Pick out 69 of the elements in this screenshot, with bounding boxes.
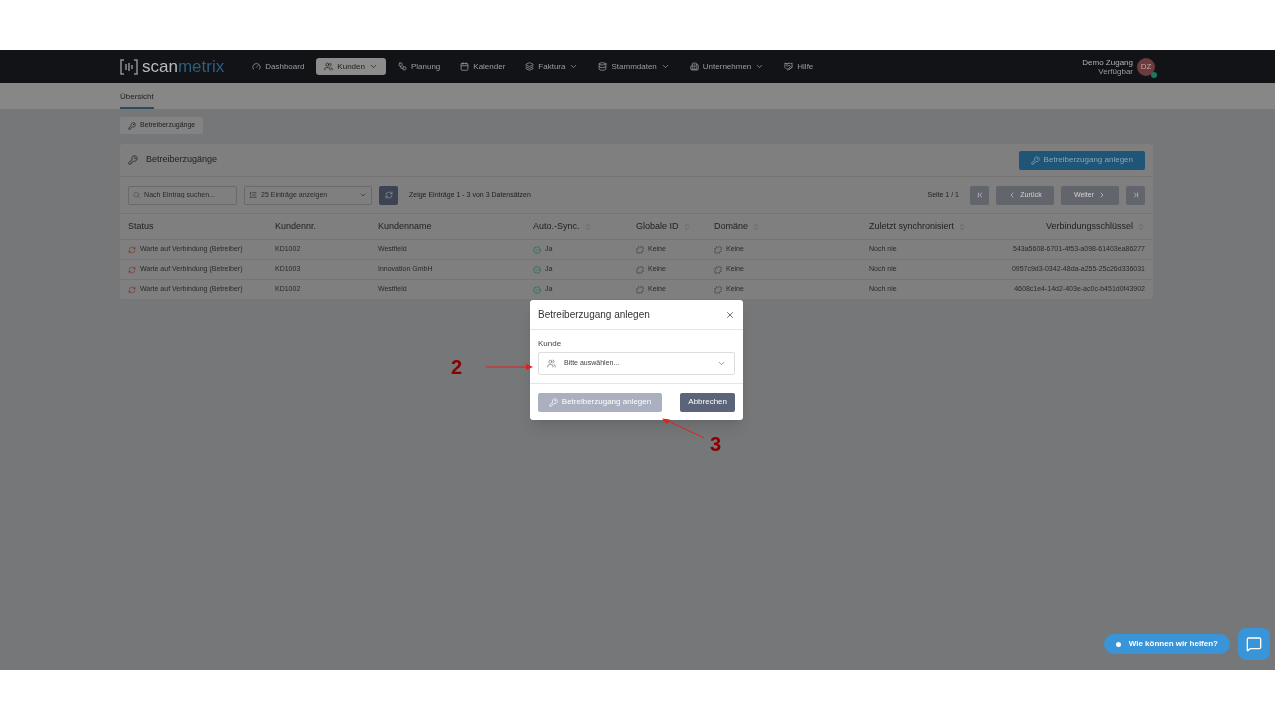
key-icon bbox=[548, 397, 558, 407]
logo[interactable]: scanmetrix bbox=[120, 53, 225, 80]
check-circle-icon bbox=[533, 245, 541, 254]
search-icon bbox=[133, 191, 141, 199]
tab[interactable]: Übersicht bbox=[120, 87, 154, 109]
nav-item[interactable]: Kalender bbox=[452, 58, 514, 75]
modal-title: Betreiberzugang anlegen bbox=[538, 308, 650, 322]
nav-icon bbox=[784, 62, 794, 71]
field-label: Kunde bbox=[538, 338, 563, 350]
cancel-button[interactable]: Abbrechen bbox=[680, 392, 735, 412]
list-icon bbox=[249, 191, 257, 199]
key-icon bbox=[1030, 155, 1040, 165]
first-page-icon bbox=[975, 191, 984, 199]
annotation-number: 2 bbox=[451, 355, 463, 380]
refresh-icon bbox=[384, 191, 393, 199]
chat-button[interactable] bbox=[1238, 628, 1270, 660]
key-icon bbox=[128, 155, 138, 165]
nav-item[interactable]: Unternehmen bbox=[681, 58, 773, 75]
unlink-icon bbox=[636, 245, 644, 254]
sync-icon bbox=[128, 265, 136, 274]
nav-icon bbox=[689, 62, 699, 71]
column-header: Kundenname bbox=[378, 219, 433, 233]
column-header[interactable]: Zuletzt synchronisiert bbox=[869, 219, 1009, 234]
sync-icon bbox=[128, 285, 136, 294]
unlink-icon bbox=[636, 285, 644, 294]
user-avatar[interactable]: DZ bbox=[1137, 57, 1155, 76]
nav-icon bbox=[460, 62, 470, 71]
check-circle-icon bbox=[533, 285, 541, 294]
nav-icon bbox=[397, 62, 407, 71]
nav-item[interactable]: Kunden bbox=[316, 58, 386, 75]
column-header[interactable]: Auto.-Sync. bbox=[533, 219, 636, 234]
column-header: Kundennr. bbox=[275, 219, 318, 233]
close-button[interactable] bbox=[725, 309, 735, 320]
unlink-icon bbox=[714, 265, 722, 274]
key-icon bbox=[128, 121, 136, 130]
close-icon bbox=[725, 309, 735, 320]
chat-icon bbox=[1246, 636, 1262, 652]
unlink-icon bbox=[714, 285, 722, 294]
nav-item[interactable]: Dashboard bbox=[244, 58, 313, 75]
unlink-icon bbox=[636, 265, 644, 274]
annotation-arrow bbox=[662, 418, 705, 439]
annotation-number: 3 bbox=[710, 432, 722, 457]
chevron-down-icon bbox=[359, 191, 367, 199]
user-name: Demo Zugang bbox=[1082, 57, 1133, 67]
nav-icon bbox=[252, 62, 262, 71]
refresh-button[interactable] bbox=[379, 185, 398, 205]
sync-icon bbox=[128, 245, 136, 254]
check-circle-icon bbox=[533, 265, 541, 274]
users-icon bbox=[547, 359, 556, 368]
nav-icon bbox=[324, 62, 334, 71]
nav-icon bbox=[598, 62, 608, 71]
user-status: Verfügbar bbox=[1098, 66, 1133, 76]
nav-item[interactable]: Stammdaten bbox=[590, 58, 678, 75]
nav-item[interactable]: Hilfe bbox=[776, 58, 822, 75]
column-header[interactable]: Domäne bbox=[714, 219, 869, 234]
column-header[interactable]: Globale ID bbox=[636, 219, 714, 234]
chevron-down-icon bbox=[717, 359, 726, 368]
column-header: Status bbox=[128, 219, 155, 233]
help-chat-bubble[interactable]: Wie können wir helfen? bbox=[1103, 634, 1230, 654]
column-header[interactable]: Verbindungsschlüssel bbox=[1045, 219, 1145, 234]
annotation-arrow bbox=[486, 362, 534, 372]
create-button[interactable]: Betreiberzugang anlegen bbox=[1018, 150, 1145, 170]
nav-item[interactable]: Planung bbox=[389, 58, 449, 75]
logo-icon bbox=[120, 58, 138, 75]
nav-item[interactable]: Faktura bbox=[517, 58, 587, 75]
nav-icon bbox=[525, 62, 535, 71]
unlink-icon bbox=[714, 245, 722, 254]
card-title: Betreiberzugänge bbox=[146, 153, 218, 167]
last-page-icon bbox=[1131, 191, 1140, 199]
